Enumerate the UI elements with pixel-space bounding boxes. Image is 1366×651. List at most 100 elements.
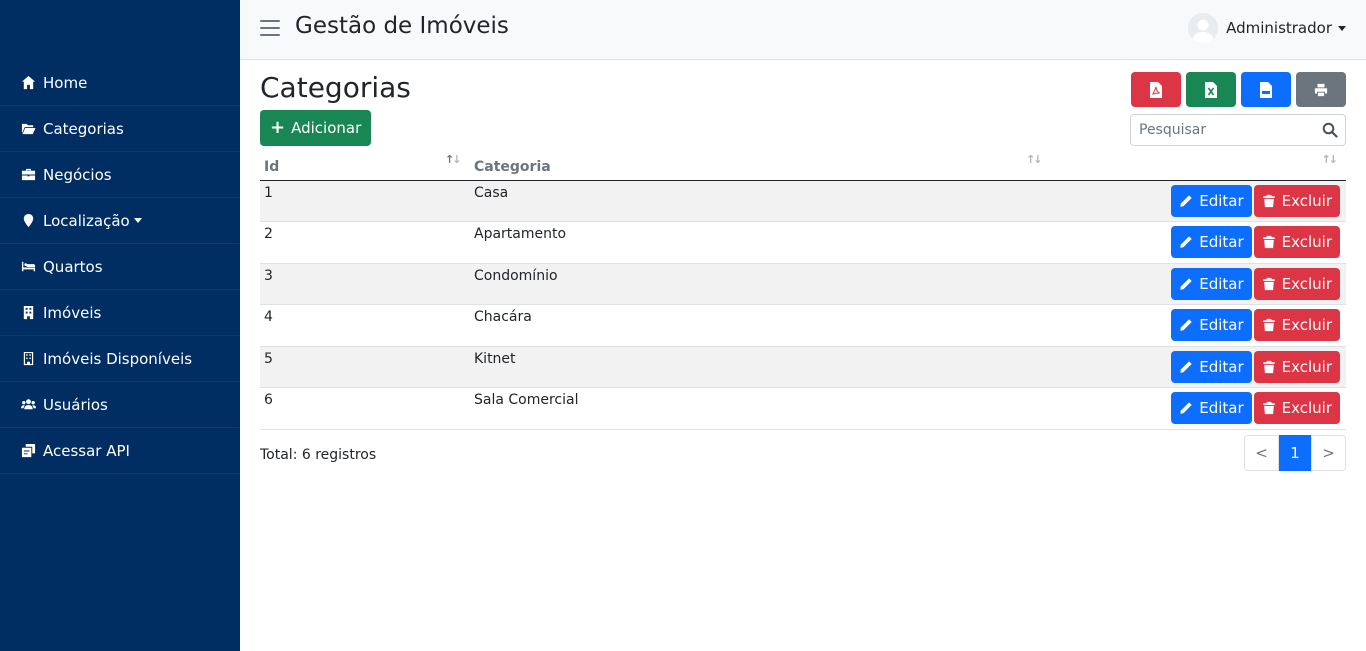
- add-button[interactable]: + Adicionar: [260, 110, 372, 146]
- app-title: Gestão de Imóveis: [295, 13, 509, 39]
- pdf-icon: [1150, 81, 1162, 98]
- trash-icon: [1262, 360, 1275, 373]
- categories-table: Id ↑↓ Categoria ↑↓ ↑↓ 1 Casa Editar Excluir…: [260, 150, 1346, 430]
- search-input[interactable]: [1131, 115, 1311, 145]
- table-row: 2 Apartamento Editar Excluir: [260, 221, 1346, 264]
- chevron-down-icon: [133, 218, 142, 223]
- sidebar-item-label: Acessar API: [43, 441, 130, 460]
- export-print-button[interactable]: [1296, 72, 1346, 107]
- export-excel-button[interactable]: [1186, 72, 1236, 107]
- delete-button[interactable]: Excluir: [1253, 184, 1340, 217]
- export-toolbar: [1131, 72, 1346, 107]
- table-row: 4 Chacára Editar Excluir: [260, 304, 1346, 347]
- cell-categoria: Condomínio: [470, 263, 1053, 305]
- cell-id: 5: [260, 346, 470, 388]
- api-icon: [20, 443, 36, 459]
- cell-id: 2: [260, 221, 470, 264]
- cell-categoria: Chacára: [470, 304, 1053, 347]
- edit-button[interactable]: Editar: [1171, 309, 1252, 342]
- column-header-id[interactable]: Id ↑↓: [260, 150, 470, 181]
- pagination: < 1 >: [1244, 435, 1346, 471]
- home-icon: [20, 75, 36, 91]
- trash-icon: [1262, 319, 1275, 332]
- cell-actions: Editar Excluir: [1053, 346, 1346, 388]
- sort-asc-icon: ↑↓: [445, 153, 462, 166]
- cell-actions: Editar Excluir: [1053, 221, 1346, 264]
- map-marker-icon: [20, 213, 36, 229]
- sidebar-item-label: Home: [43, 73, 88, 92]
- delete-button[interactable]: Excluir: [1253, 226, 1340, 259]
- pencil-icon: [1180, 402, 1192, 414]
- sidebar-item-imoveis-disponiveis[interactable]: Imóveis Disponíveis: [0, 336, 240, 382]
- pencil-icon: [1180, 195, 1192, 207]
- sidebar-item-quartos[interactable]: Quartos: [0, 244, 240, 290]
- sidebar-item-categorias[interactable]: Categorias: [0, 106, 240, 152]
- cell-categoria: Kitnet: [470, 346, 1053, 388]
- export-pdf-button[interactable]: [1131, 72, 1181, 107]
- sort-icon: ↑↓: [1026, 153, 1043, 166]
- cell-actions: Editar Excluir: [1053, 263, 1346, 305]
- trash-icon: [1262, 236, 1275, 249]
- folder-open-icon: [20, 121, 36, 137]
- bed-icon: [20, 259, 36, 275]
- page-current-button[interactable]: 1: [1279, 435, 1311, 471]
- edit-button[interactable]: Editar: [1171, 392, 1252, 425]
- briefcase-icon: [20, 167, 36, 183]
- excel-icon: [1205, 81, 1217, 98]
- users-icon: [20, 397, 36, 413]
- cell-categoria: Sala Comercial: [470, 387, 1053, 430]
- search-box: [1130, 114, 1346, 146]
- table-row: 6 Sala Comercial Editar Excluir: [260, 387, 1346, 430]
- cell-id: 6: [260, 387, 470, 430]
- cell-actions: Editar Excluir: [1053, 180, 1346, 222]
- delete-button[interactable]: Excluir: [1253, 392, 1340, 425]
- trash-icon: [1262, 194, 1275, 207]
- sidebar-item-localizacao[interactable]: Localização: [0, 198, 240, 244]
- sidebar-item-label: Imóveis Disponíveis: [43, 349, 193, 368]
- chevron-down-icon: [1338, 25, 1346, 31]
- table-row: 5 Kitnet Editar Excluir: [260, 346, 1346, 388]
- edit-button[interactable]: Editar: [1171, 350, 1252, 383]
- edit-button[interactable]: Editar: [1171, 184, 1252, 217]
- delete-button[interactable]: Excluir: [1253, 350, 1340, 383]
- sidebar-item-imoveis[interactable]: Imóveis: [0, 290, 240, 336]
- delete-button[interactable]: Excluir: [1253, 267, 1340, 300]
- add-button-label: Adicionar: [291, 119, 362, 137]
- edit-button[interactable]: Editar: [1171, 226, 1252, 259]
- sidebar-menu: Home Categorias Negócios Localização Qua…: [0, 60, 240, 474]
- sidebar-item-label: Usuários: [43, 395, 108, 414]
- print-icon: [1314, 83, 1328, 96]
- sidebar-item-label: Categorias: [43, 119, 124, 138]
- sidebar-item-label: Negócios: [43, 165, 112, 184]
- cell-categoria: Casa: [470, 180, 1053, 222]
- sidebar-item-label: Localização: [43, 211, 130, 230]
- sidebar-item-label: Imóveis: [43, 303, 102, 322]
- user-menu[interactable]: Administrador: [1188, 13, 1346, 43]
- page-title: Categorias: [260, 71, 411, 104]
- trash-icon: [1262, 402, 1275, 415]
- sidebar-item-acessar-api[interactable]: Acessar API: [0, 428, 240, 474]
- total-records: Total: 6 registros: [260, 447, 377, 463]
- pencil-icon: [1180, 361, 1192, 373]
- avatar: [1188, 13, 1219, 43]
- column-header-actions[interactable]: ↑↓: [1053, 150, 1346, 181]
- edit-button[interactable]: Editar: [1171, 267, 1252, 300]
- pencil-icon: [1180, 278, 1192, 290]
- pencil-icon: [1180, 236, 1192, 248]
- column-header-categoria[interactable]: Categoria ↑↓: [470, 150, 1053, 181]
- csv-icon: [1260, 81, 1272, 98]
- trash-icon: [1262, 277, 1275, 290]
- search-icon[interactable]: [1322, 122, 1338, 138]
- sidebar-item-home[interactable]: Home: [0, 60, 240, 106]
- menu-toggle-icon[interactable]: [260, 20, 280, 38]
- cell-categoria: Apartamento: [470, 221, 1053, 264]
- sidebar-item-negocios[interactable]: Negócios: [0, 152, 240, 198]
- sidebar: Home Categorias Negócios Localização Qua…: [0, 0, 240, 651]
- building-icon: [20, 305, 36, 321]
- delete-button[interactable]: Excluir: [1253, 309, 1340, 342]
- table-body: 1 Casa Editar Excluir 2 Apartamento Editar Excl…: [260, 180, 1346, 430]
- export-csv-button[interactable]: [1241, 72, 1291, 107]
- page-next-button[interactable]: >: [1311, 435, 1346, 471]
- sidebar-item-usuarios[interactable]: Usuários: [0, 382, 240, 428]
- page-prev-button[interactable]: <: [1244, 435, 1279, 471]
